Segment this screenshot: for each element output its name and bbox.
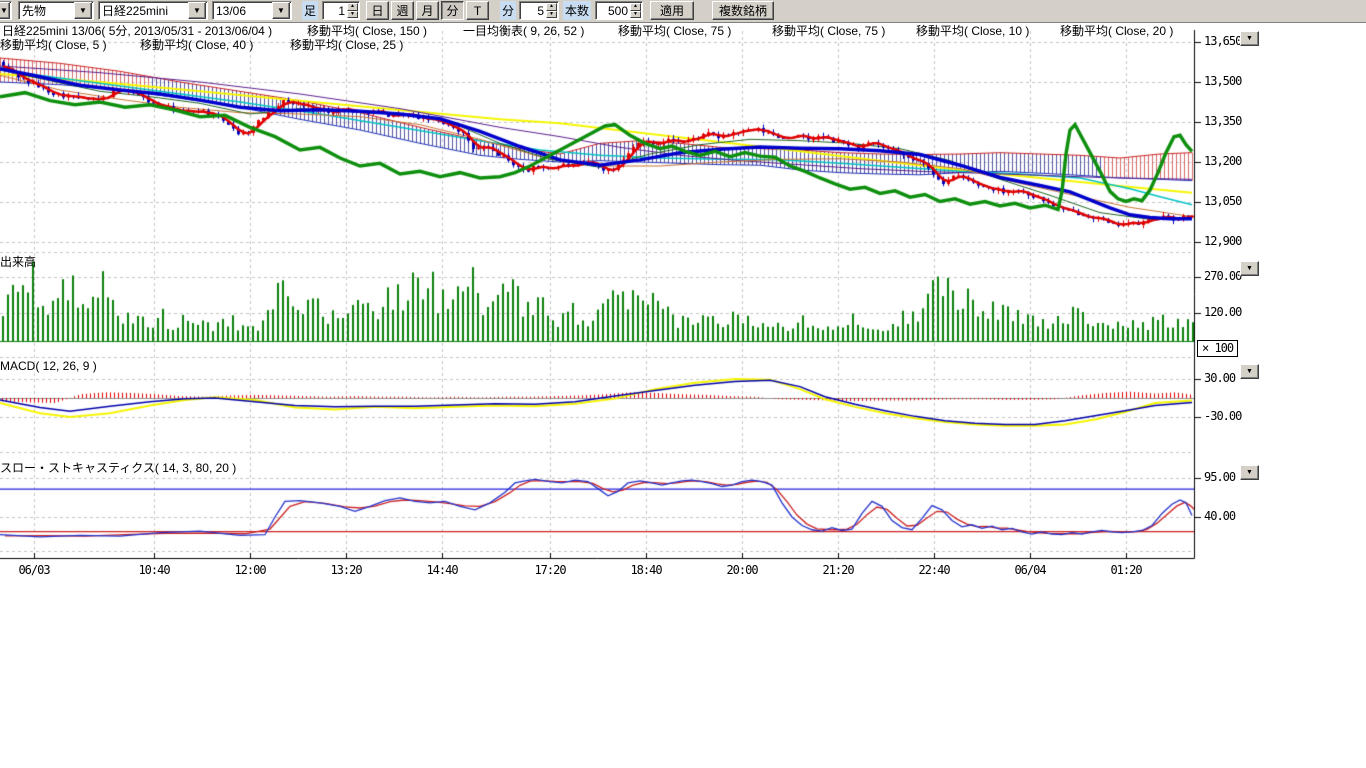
spinner-arrows-icon[interactable]: ▲▼ bbox=[546, 3, 557, 18]
minute-value: 5 bbox=[520, 4, 545, 18]
symbol-select[interactable]: 日経225mini ▼ bbox=[98, 1, 208, 20]
volume-multiplier-badge: × 100 bbox=[1197, 340, 1238, 357]
contract-month-value: 13/06 bbox=[213, 4, 271, 18]
indicator-label: 移動平均( Close, 150 ) bbox=[307, 25, 427, 38]
bar-count-value: 1 bbox=[323, 4, 346, 18]
contract-month-select[interactable]: 13/06 ▼ bbox=[212, 1, 292, 20]
panel-scroll-down-button[interactable]: ▼ bbox=[1240, 31, 1259, 46]
y-axis-tick-label: 13,650 bbox=[1204, 35, 1241, 48]
stoch-panel-label: スロー・ストキャスティクス( 14, 3, 80, 20 ) bbox=[0, 462, 236, 475]
indicator-label: 一目均衡表( 9, 26, 52 ) bbox=[463, 25, 584, 38]
y-axis-tick-label: 13,350 bbox=[1204, 115, 1241, 128]
chevron-down-icon[interactable]: ▼ bbox=[74, 2, 92, 19]
period-button-T[interactable]: T bbox=[466, 1, 489, 20]
y-axis-tick-label: 270.00 bbox=[1204, 270, 1241, 283]
x-axis-tick-label: 01:20 bbox=[1110, 564, 1141, 577]
period-button-週[interactable]: 週 bbox=[391, 1, 414, 20]
chart-plot-canvas[interactable] bbox=[0, 0, 1366, 768]
x-axis-tick-label: 13:20 bbox=[330, 564, 361, 577]
y-axis-tick-label: 95.00 bbox=[1204, 471, 1235, 484]
chevron-down-icon[interactable]: ▼ bbox=[188, 2, 206, 19]
panel-scroll-down-button[interactable]: ▼ bbox=[1240, 261, 1259, 276]
y-axis-tick-label: -30.00 bbox=[1204, 410, 1241, 423]
x-axis-tick-label: 06/03 bbox=[18, 564, 49, 577]
y-axis-tick-label: 12,900 bbox=[1204, 235, 1241, 248]
indicator-label: 移動平均( Close, 20 ) bbox=[1060, 25, 1173, 38]
instrument-type-value: 先物 bbox=[19, 2, 73, 19]
x-axis-tick-label: 22:40 bbox=[918, 564, 949, 577]
panel-scroll-down-button[interactable]: ▼ bbox=[1240, 465, 1259, 480]
spinner-arrows-icon[interactable]: ▲▼ bbox=[630, 3, 641, 18]
indicator-label: 移動平均( Close, 75 ) bbox=[618, 25, 731, 38]
y-axis-tick-label: 13,500 bbox=[1204, 75, 1241, 88]
indicator-label: 移動平均( Close, 25 ) bbox=[290, 39, 403, 52]
partial-combo[interactable]: ▼ bbox=[0, 1, 12, 20]
x-axis-tick-label: 06/04 bbox=[1014, 564, 1045, 577]
chevron-down-icon[interactable]: ▼ bbox=[272, 2, 290, 19]
indicator-label: 移動平均( Close, 40 ) bbox=[140, 39, 253, 52]
x-axis-tick-label: 18:40 bbox=[630, 564, 661, 577]
indicator-label: 移動平均( Close, 10 ) bbox=[916, 25, 1029, 38]
apply-button[interactable]: 適用 bbox=[650, 1, 694, 20]
spinner-arrows-icon[interactable]: ▲▼ bbox=[347, 3, 358, 18]
x-axis-tick-label: 10:40 bbox=[138, 564, 169, 577]
x-axis-tick-label: 14:40 bbox=[426, 564, 457, 577]
x-axis-tick-label: 20:00 bbox=[726, 564, 757, 577]
instrument-type-select[interactable]: 先物 ▼ bbox=[18, 1, 94, 20]
chevron-down-icon[interactable]: ▼ bbox=[0, 2, 10, 19]
bar-count-stepper[interactable]: 1 ▲▼ bbox=[322, 1, 360, 20]
volume-panel-label: 出来高 bbox=[0, 256, 36, 269]
minute-stepper[interactable]: 5 ▲▼ bbox=[519, 1, 559, 20]
period-button-日[interactable]: 日 bbox=[366, 1, 389, 20]
indicator-label: 移動平均( Close, 75 ) bbox=[772, 25, 885, 38]
period-button-分[interactable]: 分 bbox=[441, 1, 464, 20]
indicator-label: 移動平均( Close, 5 ) bbox=[0, 39, 107, 52]
y-axis-tick-label: 13,050 bbox=[1204, 195, 1241, 208]
x-axis-tick-label: 21:20 bbox=[822, 564, 853, 577]
count-label: 本数 bbox=[563, 1, 591, 20]
trading-chart-app: ▼ 先物 ▼ 日経225mini ▼ 13/06 ▼ 足 1 ▲▼ 分 5 ▲▼… bbox=[0, 0, 1366, 768]
symbol-value: 日経225mini bbox=[99, 2, 187, 19]
count-stepper[interactable]: 500 ▲▼ bbox=[595, 1, 643, 20]
period-button-月[interactable]: 月 bbox=[416, 1, 439, 20]
y-axis-tick-label: 120.00 bbox=[1204, 306, 1241, 319]
x-axis-tick-label: 17:20 bbox=[534, 564, 565, 577]
toolbar: ▼ 先物 ▼ 日経225mini ▼ 13/06 ▼ 足 1 ▲▼ 分 5 ▲▼… bbox=[0, 0, 1366, 23]
count-value: 500 bbox=[596, 4, 629, 18]
bar-label: 足 bbox=[302, 1, 318, 20]
y-axis-tick-label: 30.00 bbox=[1204, 372, 1235, 385]
macd-panel-label: MACD( 12, 26, 9 ) bbox=[0, 360, 97, 373]
panel-scroll-down-button[interactable]: ▼ bbox=[1240, 364, 1259, 379]
minute-label: 分 bbox=[500, 1, 516, 20]
multi-symbol-button[interactable]: 複数銘柄 bbox=[712, 1, 774, 20]
y-axis-tick-label: 40.00 bbox=[1204, 510, 1235, 523]
x-axis-tick-label: 12:00 bbox=[234, 564, 265, 577]
y-axis-tick-label: 13,200 bbox=[1204, 155, 1241, 168]
indicator-label: 日経225mini 13/06( 5分, 2013/05/31 - 2013/0… bbox=[2, 25, 272, 38]
